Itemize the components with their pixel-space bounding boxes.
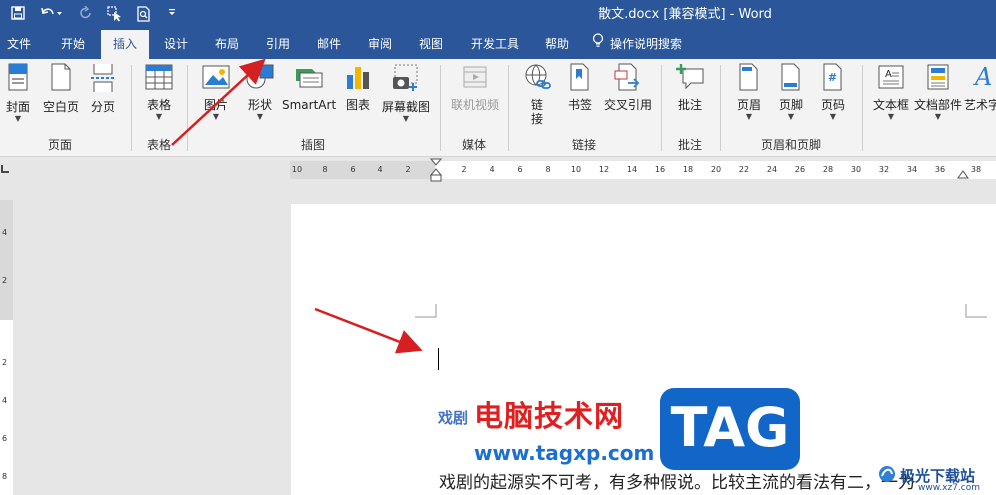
arrow-to-cursor <box>314 307 423 354</box>
arrow-to-references-tab <box>171 58 266 146</box>
annotation-arrows <box>171 58 423 354</box>
